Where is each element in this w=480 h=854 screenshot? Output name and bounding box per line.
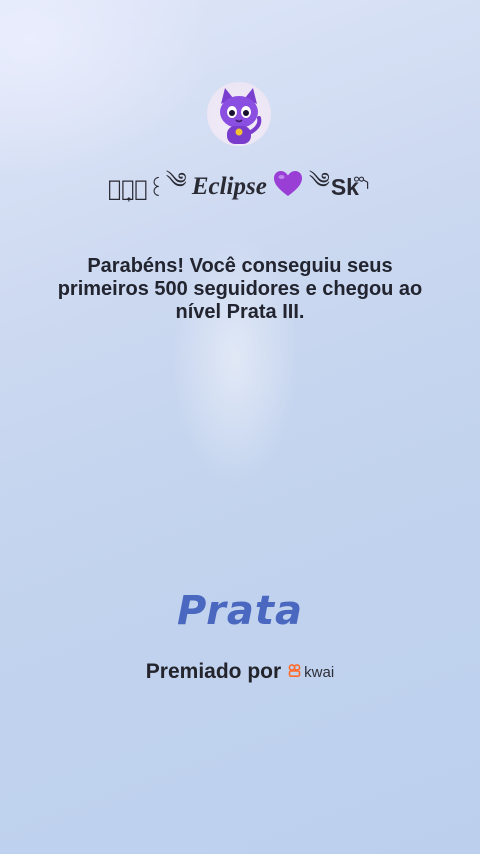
kwai-logo-icon (288, 663, 301, 681)
avatar[interactable] (207, 82, 271, 146)
username-suffix-swirl: ༄ (308, 169, 331, 194)
awarded-by: Premiado por kwai (0, 660, 480, 684)
username-end: ᪲⸃ (358, 176, 372, 201)
purple-cat-avatar-icon (220, 88, 262, 144)
username-name: Eclipse (191, 173, 267, 200)
kwai-brand[interactable]: kwai (288, 664, 334, 681)
kwai-brand-label: kwai (304, 663, 335, 681)
username-swirl: ༄ (165, 169, 188, 194)
username-prefix: ⸙͎۪۫꒰ (108, 176, 166, 202)
awarded-label: Premiado por (145, 660, 282, 683)
username: ⸙͎۪۫꒰ ༄ Eclipse ༄ Sk ᪲⸃ (0, 164, 480, 210)
username-tag: Sk (330, 173, 359, 200)
purple-heart-icon (273, 170, 303, 205)
level-name: Prata (177, 588, 303, 634)
congratulations-message: Parabéns! Você conseguiu seus primeiros … (57, 255, 423, 323)
